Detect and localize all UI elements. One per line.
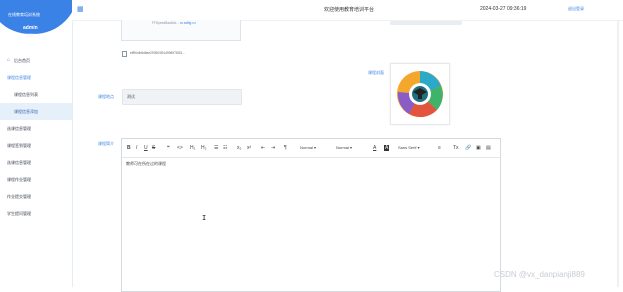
image-button[interactable]: ▣ [476,145,481,151]
sidebar-item-submission[interactable]: 作业提交管理 [0,188,72,205]
sidebar-item-course-add[interactable]: 课程信息添加 [0,103,72,120]
sidebar: 在线教育培训系统 admin 管理员 ⌂ 后台首页 课程信息管理 课程信息列表 课… [0,0,78,287]
sidebar-nav: ⌂ 后台首页 课程信息管理 课程信息列表 课程信息添加 选课信息管理 课程签到管理… [0,52,72,222]
upload-preview-text: FFSpeedBackblc... xx.ssffig.v.x [152,21,196,25]
size-dropdown[interactable]: Normal ▾ [300,145,316,151]
sidebar-item-checkin[interactable]: 课程签到管理 [0,137,72,154]
size-value: Normal [300,145,313,150]
sidebar-item-home[interactable]: ⌂ 后台首页 [0,52,72,69]
chevron-down-icon: ▾ [350,145,353,150]
indent-button[interactable]: ⇥ [271,145,275,151]
vertical-scrollbar[interactable] [617,20,619,287]
sidebar-item-course-management[interactable]: 课程信息管理 [0,69,72,86]
sidebar-item-selection[interactable]: 选课信息管理 [0,154,72,171]
logout-link[interactable]: 退出登录 [568,6,584,12]
code-block-button[interactable]: <> [177,145,183,151]
strike-button[interactable]: S [152,145,155,151]
font-value: Sans Serif [398,145,417,150]
video-button[interactable]: ▤ [486,145,491,151]
sidebar-item-label: 作业提交管理 [7,194,31,199]
sidebar-item-label: 学生提问管理 [7,211,31,216]
clean-format-button[interactable]: Tx [453,145,459,151]
chevron-down-icon: ▾ [314,145,317,150]
user-name[interactable]: admin [23,25,38,31]
underline-button[interactable]: U [144,145,148,151]
sidebar-item-label: 课程信息添加 [14,109,38,114]
background-color-button[interactable]: A [384,145,390,151]
sidebar-item-enrollment[interactable]: 选课信息管理 [0,120,72,137]
watermark: CSDN @vx_danpianji889 [494,270,585,279]
font-dropdown[interactable]: Sans Serif ▾ [398,145,420,151]
home-icon: ⌂ [7,57,11,64]
sidebar-item-course-list[interactable]: 课程信息列表 [0,86,72,103]
sidebar-item-questions[interactable]: 学生提问管理 [0,205,72,222]
header-2-button[interactable]: H₂ [201,145,207,151]
superscript-button[interactable]: x² [247,145,251,151]
upload-preview-label: FFSpeedBackblc... [152,21,180,25]
header-dropdown[interactable]: Normal ▾ [336,145,352,151]
italic-button[interactable]: I [136,145,137,151]
intro-label: 课程简介 [98,141,114,146]
brand-title: 在线教育培训系统 [8,12,40,17]
chevron-down-icon: ▾ [417,145,420,150]
page-title: 欢迎使用教育培训平台 [324,7,375,13]
ordered-list-button[interactable]: ☰ [214,145,218,151]
quote-button[interactable]: ❝ [167,145,170,151]
horizontal-scrollbar[interactable] [390,21,462,25]
user-role: 管理员 [26,33,36,37]
header-1-button[interactable]: H₁ [190,145,195,151]
place-label: 课程地点 [98,94,114,99]
text-color-button[interactable]: A [373,145,376,151]
header-value: Normal [336,145,349,150]
sidebar-item-homework[interactable]: 课程作业管理 [0,171,72,188]
cover-illustration [397,71,443,118]
top-bar: ▦ 欢迎使用教育培训平台 2024-03-27 09:36:19 退出登录 [72,0,623,21]
sidebar-item-label: 课程信息列表 [14,92,38,97]
place-field[interactable]: 测试 [122,89,242,105]
upload-preview-link[interactable]: xx.ssffig.v.x [180,21,196,25]
sidebar-item-label: 课程作业管理 [7,177,31,182]
place-field-value: 测试 [127,94,135,99]
sidebar-item-label: 课程签到管理 [7,143,31,148]
outdent-button[interactable]: ⇤ [261,145,265,151]
uploaded-file-name[interactable]: eff90cfb8d8ee293903f31499697f033... [130,51,185,55]
sidebar-item-label: 课程信息管理 [7,75,31,80]
datetime-display: 2024-03-27 09:36:19 [480,6,527,12]
text-cursor-icon: I [202,214,207,222]
bold-button[interactable]: B [127,145,131,151]
cover-label: 课程封面 [368,70,384,75]
align-button[interactable]: ≡ [438,145,441,151]
editor-content[interactable]: 教师可在所在过的课程 [126,161,166,167]
sidebar-item-label: 后台首页 [14,58,30,63]
link-button[interactable]: 🔗 [465,145,471,151]
grid-icon[interactable]: ▦ [77,6,84,13]
file-icon [122,51,127,57]
sidebar-item-label: 选课信息管理 [7,126,31,131]
editor-toolbar: B I U S ❝ <> H₁ H₂ ☰ ☷ x₂ x² ⇤ ⇥ ¶ Norma… [122,139,500,158]
bullet-list-button[interactable]: ☷ [223,145,227,151]
rich-text-editor[interactable]: B I U S ❝ <> H₁ H₂ ☰ ☷ x₂ x² ⇤ ⇥ ¶ Norma… [121,138,501,292]
cover-image[interactable] [390,63,450,125]
subscript-button[interactable]: x₂ [237,145,241,151]
sidebar-item-label: 选课信息管理 [7,160,31,165]
text-direction-button[interactable]: ¶ [284,145,287,151]
